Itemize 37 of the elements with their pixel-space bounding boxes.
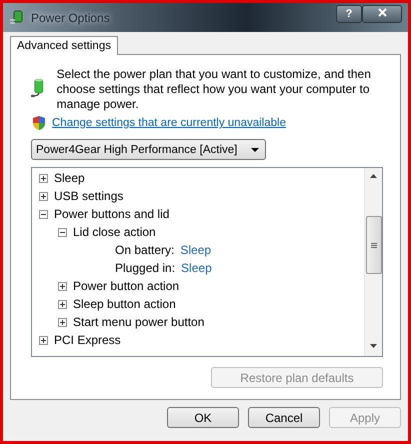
expand-icon[interactable] <box>39 336 48 344</box>
setting-label: On battery: <box>115 242 174 259</box>
tree-item[interactable]: PCI Express <box>54 331 121 349</box>
collapse-icon[interactable] <box>58 228 67 236</box>
dialog-button[interactable]: OK <box>167 407 239 428</box>
tree-item[interactable]: Sleep <box>54 169 85 187</box>
scroll-up-icon[interactable] <box>370 174 377 178</box>
expand-icon[interactable] <box>58 300 67 308</box>
close-icon <box>378 8 386 16</box>
caret-icon <box>251 148 259 152</box>
expand-icon[interactable] <box>39 174 48 182</box>
expand-icon[interactable] <box>39 192 48 200</box>
shield-icon <box>32 115 46 131</box>
tree-item[interactable]: Power buttons and lid <box>54 205 170 223</box>
tree-item[interactable]: Power button action <box>73 277 180 295</box>
tab[interactable]: Advanced settings <box>10 36 118 55</box>
scroll-down-icon[interactable] <box>370 344 377 348</box>
grip-icon <box>370 242 376 248</box>
tree-item[interactable]: USB settings <box>54 187 124 205</box>
dialog-button[interactable]: Cancel <box>248 407 320 428</box>
expand-icon[interactable] <box>58 282 67 290</box>
collapse-icon[interactable] <box>39 210 48 218</box>
tree-item[interactable]: Start menu power button <box>73 313 204 331</box>
close-button[interactable] <box>362 4 402 22</box>
tree-item[interactable]: Sleep button action <box>73 295 176 313</box>
plan-dropdown[interactable]: Power4Gear High Performance [Active] <box>31 139 266 160</box>
window-title: Power Options <box>31 10 111 24</box>
expand-icon[interactable] <box>58 318 67 326</box>
setting-label: Plugged in: <box>115 260 176 277</box>
change-settings-link[interactable]: Change settings that are currently unavailable <box>52 117 286 129</box>
intro-text: Select the power plan that you want to customize, and then choose settings that reflect how you want your computer to manage power. <box>56 67 372 112</box>
setting-value[interactable]: Sleep <box>181 259 212 277</box>
scrollbar[interactable] <box>364 168 382 356</box>
power-plug-icon <box>9 10 25 26</box>
setting-value[interactable]: Sleep <box>180 241 212 259</box>
help-button[interactable]: ? <box>336 4 362 22</box>
tree-item[interactable]: Lid close action <box>73 223 156 241</box>
